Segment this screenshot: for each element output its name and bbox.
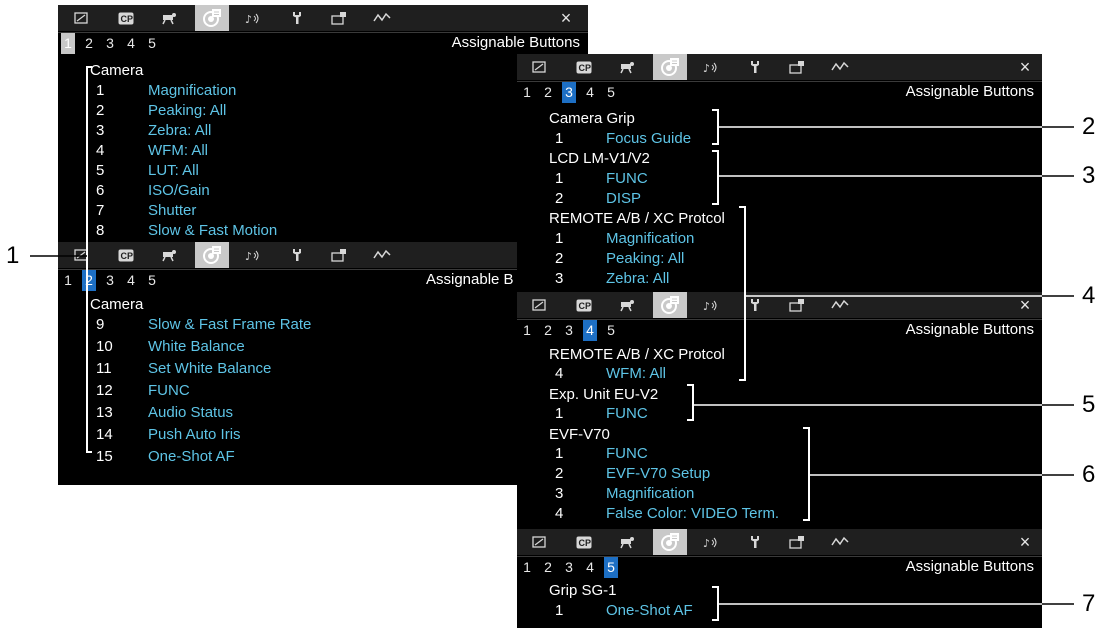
- callout-4: 4: [1082, 282, 1096, 309]
- callout-1: 1: [6, 242, 20, 269]
- bracket-2: [712, 109, 719, 145]
- bracket-7: [712, 586, 719, 621]
- annotation-overlay: [30, 66, 1074, 621]
- callout-6: 6: [1082, 461, 1096, 488]
- callout-5: 5: [1082, 391, 1096, 418]
- callout-7: 7: [1082, 590, 1096, 617]
- bracket-3: [712, 150, 719, 205]
- bracket-4: [739, 206, 746, 381]
- bracket-5: [687, 384, 694, 421]
- bracket-6: [803, 427, 810, 521]
- callout-2: 2: [1082, 113, 1096, 140]
- bracket-1: [86, 66, 92, 453]
- callout-3: 3: [1082, 162, 1096, 189]
